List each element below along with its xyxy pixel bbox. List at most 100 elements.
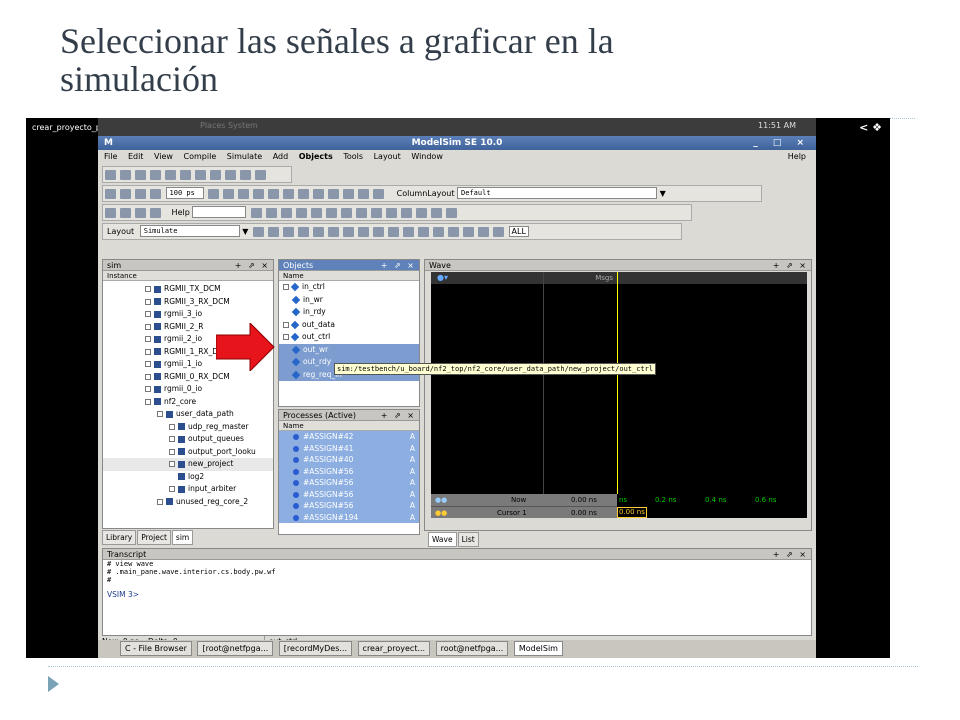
tab-project[interactable]: Project [137,530,171,545]
print-icon[interactable] [150,170,161,180]
menu-objects[interactable]: Objects [299,152,333,161]
copy-icon[interactable] [180,170,191,180]
grid-icon[interactable] [433,227,444,237]
tree-item[interactable]: input_arbiter [103,483,273,496]
run-all-icon[interactable] [238,189,250,199]
pane-controls[interactable]: + ⇗ × [381,410,416,421]
stop-icon[interactable] [268,189,280,199]
close-wave-icon[interactable] [418,227,429,237]
tree-item[interactable]: unused_reg_core_2 [103,496,273,509]
wave-signal-names[interactable]: ●▾ [431,272,543,494]
new-file-icon[interactable] [105,170,116,180]
paste-icon[interactable] [195,170,206,180]
share-icon[interactable]: < [859,121,868,134]
signal-add-icon[interactable] [355,208,367,218]
tab-sim[interactable]: sim [171,530,194,545]
window-titlebar[interactable]: M ModelSim SE 10.0 _ □ × [98,136,816,150]
process-row[interactable]: #ASSIGN#56 A [279,500,419,512]
run-icon[interactable] [208,189,220,199]
column-layout-select[interactable]: Default [457,187,658,199]
object-row-selected[interactable]: out_wr [279,343,419,356]
tree-item[interactable]: RGMII_TX_DCM [103,283,273,296]
print-wave-icon[interactable] [448,227,459,237]
expand-icon[interactable] [169,423,175,430]
cursor-icon[interactable]: ●● [435,509,447,517]
expand-icon[interactable] [283,334,289,340]
expand-icon[interactable] [145,386,151,392]
run-length-field[interactable]: 100 ps [165,187,204,199]
process-row[interactable]: #ASSIGN#41 A [279,442,419,454]
tree-item[interactable]: rgmii_3_io [103,308,273,321]
collapse-icon[interactable] [145,398,151,405]
expand-icon[interactable] [145,361,151,367]
performance-icon[interactable] [328,189,340,199]
object-row[interactable]: out_ctrl [279,331,419,344]
expand-icon[interactable] [145,311,151,317]
top-panel-menus[interactable]: Places System [200,121,258,130]
video-controls[interactable]: < ❖ [859,121,882,134]
process-row[interactable]: #ASSIGN#42 A [279,431,419,443]
wave-step-icon[interactable] [388,227,399,237]
break-icon[interactable] [253,189,265,199]
process-row[interactable]: #ASSIGN#40 A [279,454,419,466]
expand-icon[interactable] [145,298,151,305]
edge-next-icon[interactable] [310,208,322,218]
wave-canvas[interactable] [617,272,807,494]
chevron-down-icon[interactable]: ▼ [660,189,666,198]
edge-prev-icon[interactable] [295,208,307,218]
wave-hold-icon[interactable] [403,227,414,237]
layout-chevron-icon[interactable]: ▼ [242,227,248,236]
info-icon[interactable]: ❖ [872,121,882,134]
process-row[interactable]: #ASSIGN#194 A [279,511,419,523]
cursor-delete-icon[interactable] [280,208,292,218]
pane-controls[interactable]: + ⇗ × [773,260,808,271]
expand-icon[interactable] [169,461,175,467]
window-controls[interactable]: _ □ × [753,136,810,150]
taskbar-item[interactable]: crear_proyect... [357,641,431,656]
tree-item[interactable]: output_port_looku [103,446,273,459]
coverage-icon[interactable] [358,189,370,199]
instance-column-header[interactable]: Instance [103,271,273,281]
object-row[interactable]: in_rdy [279,306,419,319]
cursor-add-icon[interactable] [265,208,277,218]
compile-icon[interactable] [105,189,116,199]
open-icon[interactable] [120,170,131,180]
tab-list[interactable]: List [457,532,479,547]
zoom-mode-icon[interactable] [120,208,131,218]
back-icon[interactable] [135,189,146,199]
undo-icon[interactable] [210,170,221,180]
select-pointer-icon[interactable] [105,208,116,218]
menu-edit[interactable]: Edit [128,152,144,161]
expand-icon[interactable] [169,448,175,455]
wave-bus-icon[interactable] [358,227,369,237]
expand-icon[interactable] [145,286,151,292]
pane-controls[interactable]: + ⇗ × [773,549,808,560]
forward-icon[interactable] [150,189,161,199]
taskbar-item[interactable]: root@netfpga... [435,641,509,656]
menu-compile[interactable]: Compile [184,152,217,161]
expand-icon[interactable] [145,348,151,355]
expand-icon[interactable] [157,498,163,505]
edit-mode-icon[interactable] [135,208,146,218]
redo-icon[interactable] [225,170,236,180]
restart-icon[interactable] [313,189,325,199]
cursor-marker[interactable]: 0.00 ns [617,507,647,518]
tree-item[interactable]: RGMII_0_RX_DCM [103,371,273,384]
tree-item-selected[interactable]: new_project [103,458,273,471]
group-icon[interactable] [493,227,504,237]
menu-simulate[interactable]: Simulate [227,152,262,161]
step-over-icon[interactable] [298,189,310,199]
dataflow-icon[interactable] [385,208,397,218]
wave-color-icon[interactable] [343,227,354,237]
taskbar-item[interactable]: C - File Browser [120,641,192,656]
layout-select[interactable]: Simulate [139,225,240,237]
zoom-in-icon[interactable] [253,227,264,237]
taskbar-item-active[interactable]: ModelSim [513,641,563,656]
menu-add[interactable]: Add [273,152,289,161]
zoom-out-icon[interactable] [268,227,279,237]
object-row[interactable]: out_data [279,319,419,332]
merge-icon[interactable] [430,208,442,218]
wave-format-icon[interactable] [328,227,339,237]
memory-icon[interactable] [343,189,355,199]
expand-icon[interactable] [145,323,151,330]
